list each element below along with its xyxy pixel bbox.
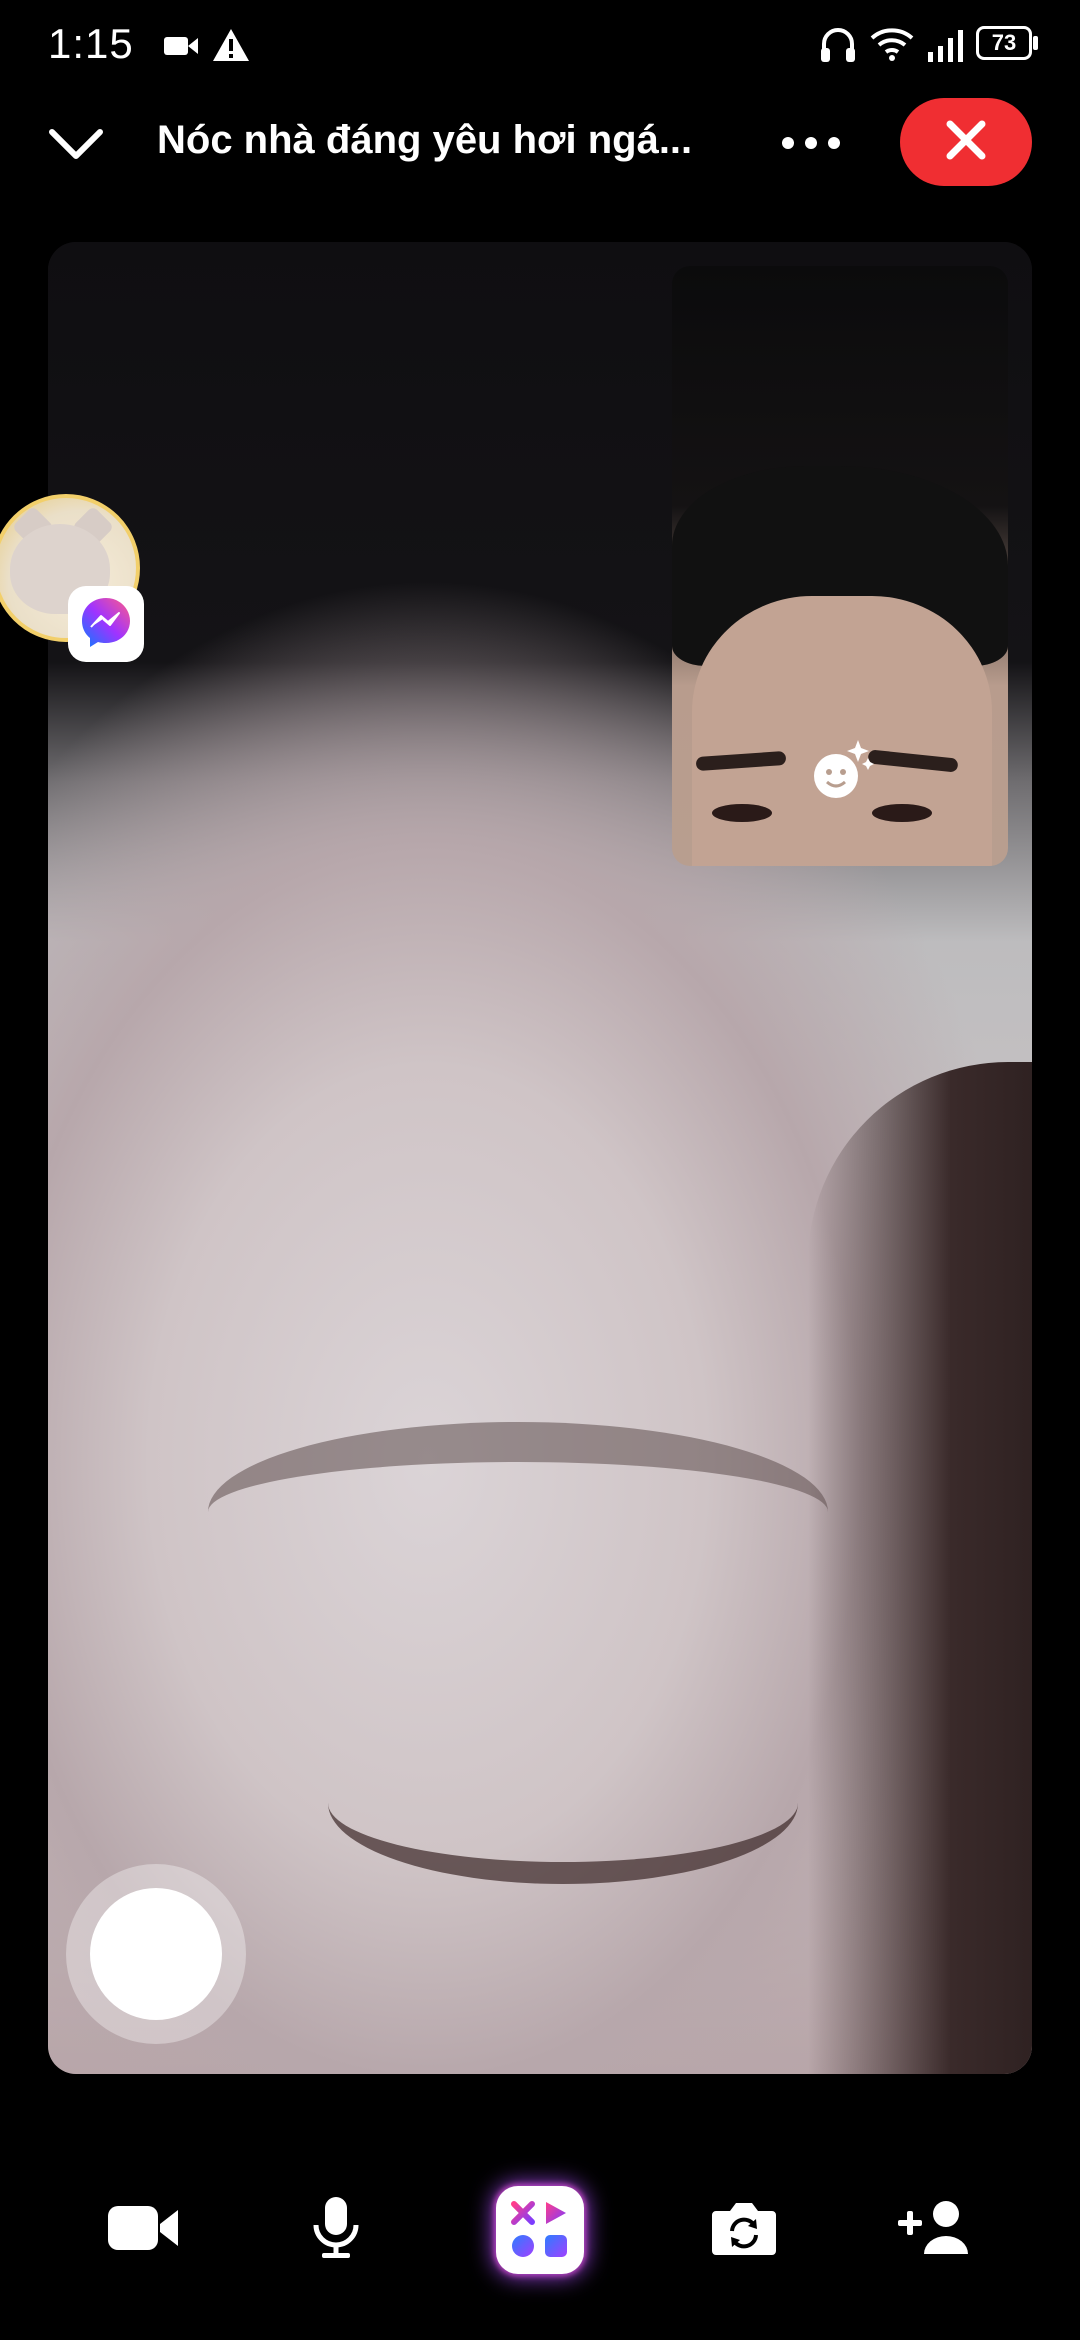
battery-tip xyxy=(1033,36,1038,50)
apps-button[interactable] xyxy=(490,2180,590,2280)
call-title[interactable]: Nóc nhà đáng yêu hơi ngá... xyxy=(157,118,717,163)
end-call-button[interactable] xyxy=(900,98,1032,186)
remote-eye xyxy=(328,1722,798,1884)
chevron-down-icon xyxy=(44,129,108,178)
warning-icon xyxy=(212,28,250,67)
video-camera-status-icon xyxy=(164,34,200,63)
messenger-badge xyxy=(68,586,144,662)
sparkle-face-icon xyxy=(806,740,876,810)
battery-icon: 73 xyxy=(976,26,1032,60)
capture-icon xyxy=(90,1888,222,2020)
self-face xyxy=(692,596,992,866)
headphones-icon xyxy=(818,26,858,71)
microphone-toggle-button[interactable] xyxy=(286,2180,386,2280)
chat-head-bubble[interactable] xyxy=(0,494,144,662)
wifi-icon xyxy=(870,26,914,67)
effects-button[interactable] xyxy=(806,736,876,806)
status-bar: 1:15 73 xyxy=(0,0,1080,92)
signal-icon xyxy=(926,28,966,67)
video-camera-icon xyxy=(106,2200,182,2261)
remote-hair xyxy=(808,1062,1032,2074)
add-person-button[interactable] xyxy=(886,2180,986,2280)
capture-button[interactable] xyxy=(66,1864,246,2044)
more-horizontal-icon xyxy=(776,137,846,172)
flip-camera-icon xyxy=(708,2197,780,2264)
collapse-button[interactable] xyxy=(44,114,108,174)
call-controls xyxy=(0,2170,1080,2290)
flip-camera-button[interactable] xyxy=(694,2180,794,2280)
self-eye-left xyxy=(712,804,772,822)
call-header: Nóc nhà đáng yêu hơi ngá... xyxy=(0,92,1080,192)
close-icon xyxy=(944,118,988,167)
microphone-icon xyxy=(308,2195,364,2266)
add-person-icon xyxy=(896,2198,976,2263)
more-options-button[interactable] xyxy=(776,118,846,168)
remote-eyebrow xyxy=(208,1422,828,1602)
messenger-icon xyxy=(78,594,134,655)
camera-toggle-button[interactable] xyxy=(94,2180,194,2280)
self-eye-right xyxy=(872,804,932,822)
status-time: 1:15 xyxy=(48,20,134,67)
apps-icon xyxy=(496,2186,584,2274)
